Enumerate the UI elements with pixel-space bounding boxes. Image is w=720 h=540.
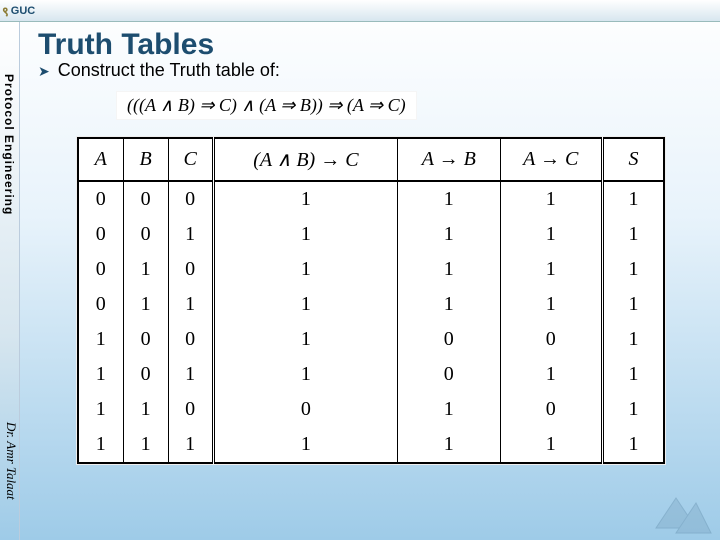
table-row: 1001001	[78, 322, 664, 357]
slide-content: ➤ Construct the Truth table of: (((A ∧ B…	[36, 54, 700, 540]
cell-expr: 1	[213, 357, 397, 392]
truth-table: A B C (A ∧ B) → C A → B A → C S 00011110…	[77, 137, 665, 464]
cell-S: 1	[602, 181, 664, 217]
th-C: C	[168, 138, 213, 181]
cell-AC: 1	[500, 287, 602, 322]
table-row: 1111111	[78, 427, 664, 463]
cell-C: 0	[168, 252, 213, 287]
cell-C: 1	[168, 287, 213, 322]
brand-logo: ९ GUC	[2, 2, 35, 20]
cell-expr: 1	[213, 252, 397, 287]
cell-A: 1	[78, 322, 123, 357]
cell-expr: 1	[213, 217, 397, 252]
cell-AB: 1	[398, 217, 500, 252]
cell-B: 1	[123, 392, 168, 427]
cell-C: 1	[168, 427, 213, 463]
table-row: 1100101	[78, 392, 664, 427]
th-B: B	[123, 138, 168, 181]
cell-A: 0	[78, 287, 123, 322]
cell-B: 1	[123, 252, 168, 287]
cell-B: 0	[123, 181, 168, 217]
cell-expr: 1	[213, 427, 397, 463]
cell-A: 0	[78, 181, 123, 217]
bullet-line: ➤ Construct the Truth table of:	[38, 60, 700, 81]
cell-B: 0	[123, 322, 168, 357]
table-row: 0011111	[78, 217, 664, 252]
th-S: S	[602, 138, 664, 181]
cell-AB: 0	[398, 357, 500, 392]
cell-A: 1	[78, 427, 123, 463]
cell-B: 0	[123, 217, 168, 252]
truth-table-container: A B C (A ∧ B) → C A → B A → C S 00011110…	[76, 136, 666, 465]
sidebar-course-label: Protocol Engineering	[2, 74, 16, 215]
cell-S: 1	[602, 427, 664, 463]
logo-text: GUC	[11, 5, 35, 17]
cell-C: 0	[168, 181, 213, 217]
cell-AB: 1	[398, 181, 500, 217]
th-expr: (A ∧ B) → C	[213, 138, 397, 181]
corner-decoration-icon	[646, 488, 716, 538]
th-A: A	[78, 138, 123, 181]
cell-AB: 1	[398, 252, 500, 287]
th-AB: A → B	[398, 138, 500, 181]
cell-C: 1	[168, 357, 213, 392]
cell-expr: 1	[213, 287, 397, 322]
cell-AC: 0	[500, 322, 602, 357]
cell-S: 1	[602, 287, 664, 322]
cell-S: 1	[602, 252, 664, 287]
cell-AB: 1	[398, 392, 500, 427]
logo-swirl-icon: ९	[2, 2, 9, 20]
cell-AC: 1	[500, 252, 602, 287]
cell-A: 0	[78, 252, 123, 287]
cell-S: 1	[602, 322, 664, 357]
cell-expr: 1	[213, 322, 397, 357]
cell-A: 1	[78, 392, 123, 427]
table-header-row: A B C (A ∧ B) → C A → B A → C S	[78, 138, 664, 181]
cell-AB: 1	[398, 287, 500, 322]
cell-S: 1	[602, 217, 664, 252]
table-row: 1011011	[78, 357, 664, 392]
cell-C: 0	[168, 322, 213, 357]
cell-B: 1	[123, 427, 168, 463]
cell-AC: 0	[500, 392, 602, 427]
cell-C: 0	[168, 392, 213, 427]
cell-S: 1	[602, 357, 664, 392]
bullet-text: Construct the Truth table of:	[58, 60, 280, 81]
top-bar: ९ GUC	[0, 0, 720, 22]
cell-AC: 1	[500, 357, 602, 392]
cell-A: 0	[78, 217, 123, 252]
th-AC: A → C	[500, 138, 602, 181]
cell-expr: 0	[213, 392, 397, 427]
cell-A: 1	[78, 357, 123, 392]
cell-AC: 1	[500, 427, 602, 463]
cell-AC: 1	[500, 181, 602, 217]
cell-AB: 0	[398, 322, 500, 357]
cell-S: 1	[602, 392, 664, 427]
sidebar-author-label: Dr. Amr Talaat	[3, 422, 19, 500]
cell-B: 0	[123, 357, 168, 392]
cell-B: 1	[123, 287, 168, 322]
cell-expr: 1	[213, 181, 397, 217]
cell-AC: 1	[500, 217, 602, 252]
table-row: 0001111	[78, 181, 664, 217]
table-row: 0101111	[78, 252, 664, 287]
table-row: 0111111	[78, 287, 664, 322]
cell-C: 1	[168, 217, 213, 252]
bullet-arrow-icon: ➤	[38, 63, 50, 80]
main-formula: (((A ∧ B) ⇒ C) ∧ (A ⇒ B)) ⇒ (A ⇒ C)	[116, 91, 417, 120]
cell-AB: 1	[398, 427, 500, 463]
